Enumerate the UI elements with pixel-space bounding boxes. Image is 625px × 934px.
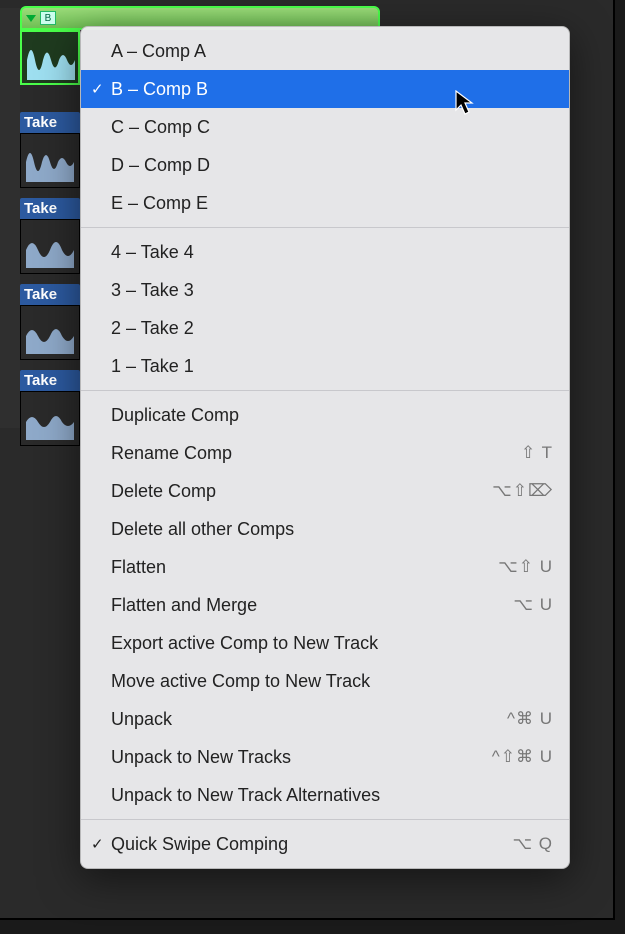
menu-item-group_cmds-3[interactable]: Delete all other Comps bbox=[81, 510, 569, 548]
take-label: Take bbox=[20, 198, 80, 219]
menu-item-label: Delete Comp bbox=[111, 481, 492, 502]
menu-item-label: 1 – Take 1 bbox=[111, 356, 553, 377]
waveform bbox=[20, 133, 80, 188]
menu-item-shortcut: ⌥⇧ U bbox=[498, 557, 553, 577]
menu-item-label: Unpack bbox=[111, 709, 507, 730]
menu-separator bbox=[81, 390, 569, 391]
checkmark-icon: ✓ bbox=[91, 835, 104, 853]
take-label: Take bbox=[20, 284, 80, 305]
menu-item-group_cmds-1[interactable]: Rename Comp⇧ T bbox=[81, 434, 569, 472]
menu-item-group_takes-3[interactable]: 1 – Take 1 bbox=[81, 347, 569, 385]
menu-item-label: E – Comp E bbox=[111, 193, 553, 214]
menu-item-label: C – Comp C bbox=[111, 117, 553, 138]
menu-item-label: Unpack to New Track Alternatives bbox=[111, 785, 553, 806]
comp-selector[interactable]: B bbox=[40, 11, 56, 25]
menu-item-group_takes-1[interactable]: 3 – Take 3 bbox=[81, 271, 569, 309]
menu-item-label: Duplicate Comp bbox=[111, 405, 553, 426]
checkmark-icon: ✓ bbox=[91, 80, 104, 98]
menu-item-label: Flatten and Merge bbox=[111, 595, 513, 616]
menu-item-group_comps-4[interactable]: E – Comp E bbox=[81, 184, 569, 222]
take-row[interactable]: Take bbox=[20, 112, 80, 194]
menu-item-label: A – Comp A bbox=[111, 41, 553, 62]
menu-item-group_comps-3[interactable]: D – Comp D bbox=[81, 146, 569, 184]
take-row[interactable]: Take bbox=[20, 370, 80, 452]
menu-item-label: 2 – Take 2 bbox=[111, 318, 553, 339]
take-row[interactable] bbox=[20, 30, 80, 112]
menu-item-label: Move active Comp to New Track bbox=[111, 671, 553, 692]
comp-context-menu: A – Comp A ✓ B – Comp B C – Comp C D – Comp … bbox=[80, 26, 570, 869]
menu-item-label: Export active Comp to New Track bbox=[111, 633, 553, 654]
disclosure-triangle-icon[interactable] bbox=[26, 15, 36, 22]
take-row[interactable]: Take bbox=[20, 198, 80, 280]
menu-item-group_cmds-2[interactable]: Delete Comp⌥⇧⌦ bbox=[81, 472, 569, 510]
menu-item-group_takes-0[interactable]: 4 – Take 4 bbox=[81, 233, 569, 271]
menu-item-label: Quick Swipe Comping bbox=[111, 834, 512, 855]
waveform bbox=[20, 30, 80, 85]
menu-item-shortcut: ⌥⇧⌦ bbox=[492, 481, 553, 501]
take-label: Take bbox=[20, 112, 80, 133]
menu-item-shortcut: ⌥ U bbox=[513, 595, 553, 615]
menu-item-shortcut: ⌥ Q bbox=[512, 834, 553, 854]
menu-item-group_cmds-5[interactable]: Flatten and Merge⌥ U bbox=[81, 586, 569, 624]
menu-item-group_toggle-0[interactable]: ✓ Quick Swipe Comping⌥ Q bbox=[81, 825, 569, 863]
menu-item-group_comps-0[interactable]: A – Comp A bbox=[81, 32, 569, 70]
menu-separator bbox=[81, 227, 569, 228]
menu-item-label: D – Comp D bbox=[111, 155, 553, 176]
menu-item-shortcut: ⇧ T bbox=[521, 443, 553, 463]
menu-item-label: Rename Comp bbox=[111, 443, 521, 464]
take-row[interactable]: Take bbox=[20, 284, 80, 366]
menu-item-group_cmds-9[interactable]: Unpack to New Tracks^⇧⌘ U bbox=[81, 738, 569, 776]
menu-item-group_comps-2[interactable]: C – Comp C bbox=[81, 108, 569, 146]
waveform bbox=[20, 305, 80, 360]
menu-item-label: B – Comp B bbox=[111, 79, 553, 100]
menu-item-group_cmds-6[interactable]: Export active Comp to New Track bbox=[81, 624, 569, 662]
menu-item-group_cmds-10[interactable]: Unpack to New Track Alternatives bbox=[81, 776, 569, 814]
menu-item-group_comps-1[interactable]: ✓ B – Comp B bbox=[81, 70, 569, 108]
waveform bbox=[20, 219, 80, 274]
menu-item-shortcut: ^⇧⌘ U bbox=[492, 747, 553, 767]
menu-item-label: Delete all other Comps bbox=[111, 519, 553, 540]
track-margin bbox=[0, 8, 20, 428]
menu-item-shortcut: ^⌘ U bbox=[507, 709, 553, 729]
menu-item-label: 4 – Take 4 bbox=[111, 242, 553, 263]
take-label: Take bbox=[20, 370, 80, 391]
menu-item-label: 3 – Take 3 bbox=[111, 280, 553, 301]
menu-item-group_cmds-8[interactable]: Unpack^⌘ U bbox=[81, 700, 569, 738]
menu-item-group_takes-2[interactable]: 2 – Take 2 bbox=[81, 309, 569, 347]
menu-item-group_cmds-4[interactable]: Flatten⌥⇧ U bbox=[81, 548, 569, 586]
menu-item-label: Unpack to New Tracks bbox=[111, 747, 492, 768]
menu-item-group_cmds-7[interactable]: Move active Comp to New Track bbox=[81, 662, 569, 700]
menu-item-label: Flatten bbox=[111, 557, 498, 578]
menu-item-group_cmds-0[interactable]: Duplicate Comp bbox=[81, 396, 569, 434]
waveform bbox=[20, 391, 80, 446]
menu-separator bbox=[81, 819, 569, 820]
